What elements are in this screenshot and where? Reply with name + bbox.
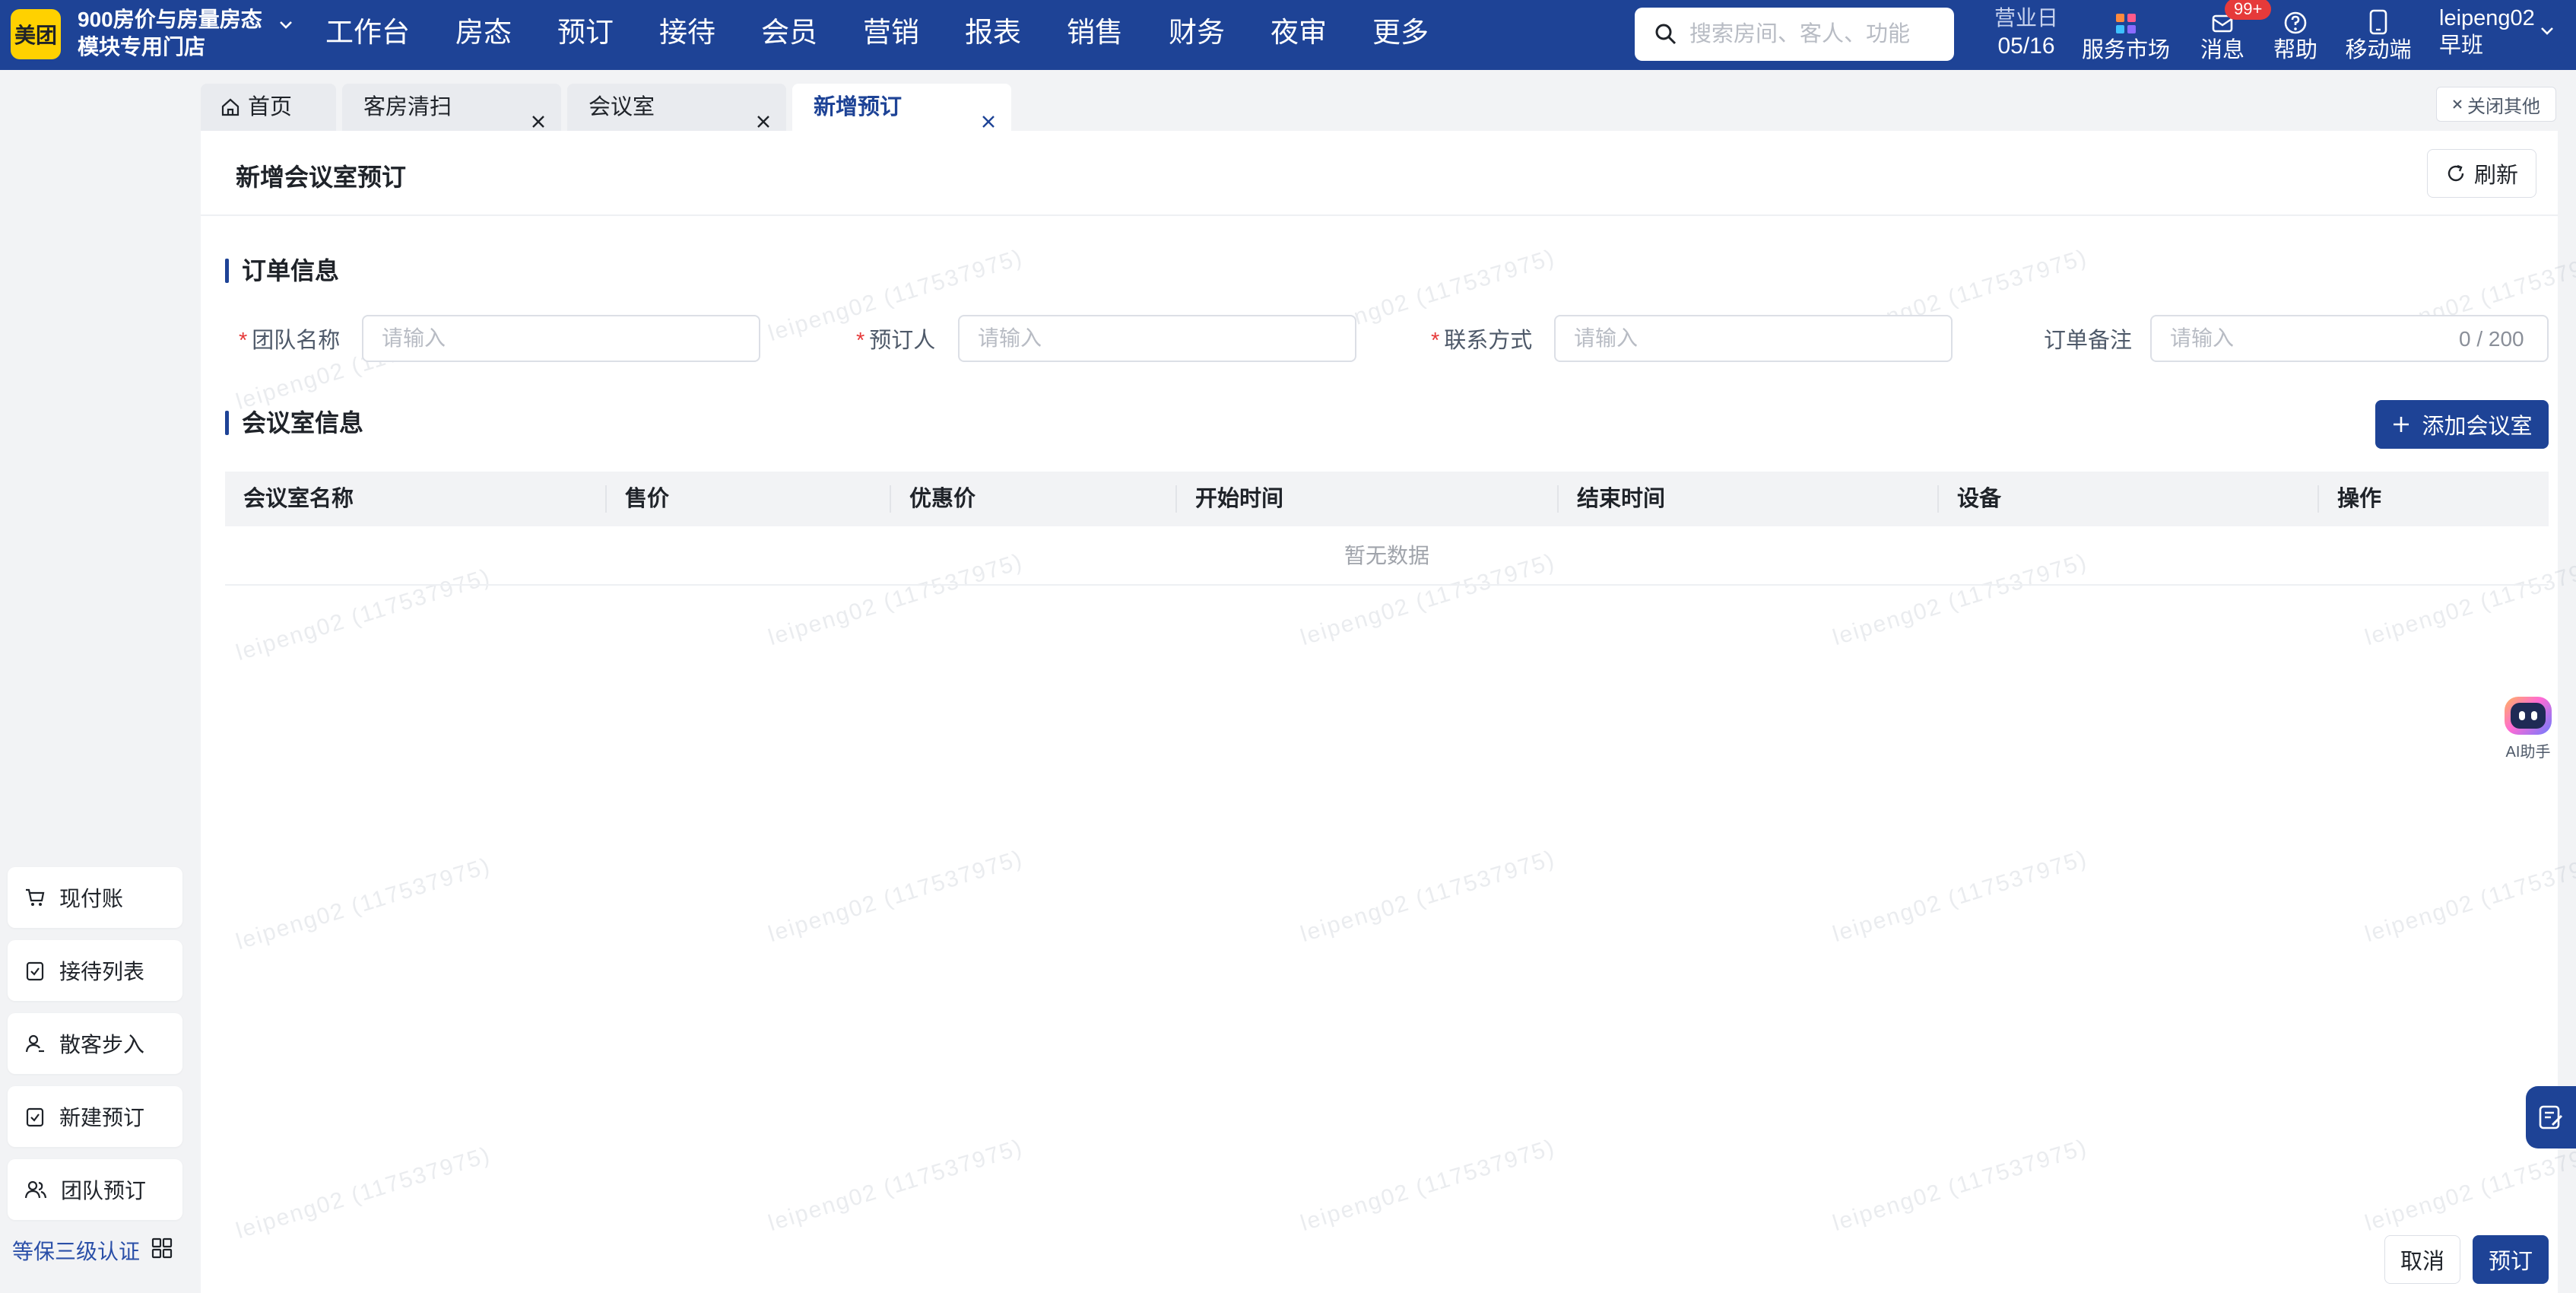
- watermark: leipeng02 (117537975): [765, 845, 1026, 948]
- chevron-down-icon[interactable]: [278, 20, 293, 34]
- submit-reservation-button[interactable]: 预订: [2473, 1235, 2549, 1284]
- watermark: leipeng02 (117537975): [233, 853, 494, 955]
- close-icon: [2453, 100, 2462, 109]
- shift-name: 早班: [2439, 33, 2484, 58]
- nav-reception[interactable]: 接待: [659, 0, 715, 70]
- business-day: 营业日 05/16: [1977, 5, 2076, 61]
- remark-label: 订单备注: [2044, 329, 2133, 353]
- nav-night-audit[interactable]: 夜审: [1271, 0, 1327, 70]
- watermark: leipeng02 (117537975): [765, 1134, 1026, 1237]
- team-name-label: * 团队名称: [239, 329, 341, 353]
- quick-reception-list[interactable]: 接待列表: [8, 940, 182, 1001]
- tab-new-reservation[interactable]: 新增预订: [792, 84, 1011, 131]
- mobile-phone-icon: [2342, 3, 2415, 35]
- plus-icon: [2394, 417, 2409, 432]
- nav-member[interactable]: 会员: [761, 0, 817, 70]
- meeting-room-table-header: 会议室名称 售价 优惠价 开始时间 结束时间 设备 操作: [225, 472, 2549, 526]
- tab-home[interactable]: 首页: [201, 84, 336, 131]
- tab-housekeeping[interactable]: 客房清扫: [342, 84, 561, 131]
- chevron-down-icon[interactable]: [2540, 26, 2555, 40]
- users-icon: [24, 1180, 47, 1199]
- business-day-label: 营业日: [1994, 6, 2058, 30]
- home-icon: [221, 98, 240, 116]
- watermark: leipeng02 (117537975): [2362, 845, 2576, 948]
- grid-icon[interactable]: [151, 1237, 173, 1263]
- store-switcher[interactable]: 900房价与房量房态 模块专用门店: [78, 6, 275, 61]
- main-nav: 工作台 房态 预订 接待 会员 营销 报表 销售 财务 夜审 更多: [325, 0, 1429, 70]
- column-end-time: 结束时间: [1577, 487, 1666, 511]
- store-name-line2: 模块专用门店: [78, 35, 206, 59]
- help-icon: [2270, 3, 2321, 35]
- main-panel: leipeng02 (117537975) leipeng02 (1175379…: [201, 131, 2576, 1293]
- nav-more[interactable]: 更多: [1372, 0, 1429, 70]
- column-price: 售价: [625, 487, 670, 511]
- watermark: leipeng02 (117537975): [1829, 845, 2091, 948]
- ai-assistant-button[interactable]: AI助手: [2501, 697, 2555, 761]
- contact-input[interactable]: [1554, 315, 1953, 362]
- nav-sales[interactable]: 销售: [1067, 0, 1123, 70]
- search-icon: [1654, 23, 1677, 49]
- quick-group-reservation[interactable]: 团队预订: [8, 1159, 182, 1220]
- nav-reports[interactable]: 报表: [965, 0, 1021, 70]
- page-tabs: 首页 客房清扫 会议室 新增预订: [201, 84, 1017, 131]
- messages-button[interactable]: 消息 99+: [2197, 0, 2272, 65]
- nav-finance[interactable]: 财务: [1169, 0, 1225, 70]
- column-discount-price: 优惠价: [909, 487, 976, 511]
- contact-label: * 联系方式: [1431, 329, 1533, 353]
- clipboard-check-icon: [26, 961, 44, 981]
- user-icon: [25, 1034, 44, 1053]
- column-start-time: 开始时间: [1195, 487, 1284, 511]
- user-name: leipeng02: [2439, 6, 2535, 30]
- header-divider: [201, 214, 2558, 216]
- mobile-button[interactable]: 移动端: [2342, 3, 2415, 65]
- watermark: leipeng02 (117537975): [1297, 845, 1559, 948]
- watermark: leipeng02 (117537975): [1297, 1134, 1559, 1237]
- nav-workbench[interactable]: 工作台: [325, 0, 410, 70]
- quick-walk-in[interactable]: 散客步入: [8, 1013, 182, 1074]
- column-actions: 操作: [2337, 487, 2382, 511]
- robot-icon: [2505, 697, 2552, 735]
- watermark: leipeng02 (117537975): [233, 1142, 494, 1244]
- help-button[interactable]: 帮助: [2270, 3, 2321, 65]
- quick-new-reservation[interactable]: 新建预订: [8, 1086, 182, 1147]
- watermark: leipeng02 (117537975): [2362, 1134, 2576, 1237]
- top-bar: 美团 900房价与房量房态 模块专用门店 工作台 房态 预订 接待 会员 营销 …: [0, 0, 2576, 70]
- service-market-button[interactable]: 服务市场: [2082, 3, 2170, 65]
- search-input[interactable]: [1689, 21, 1940, 47]
- global-search[interactable]: [1635, 8, 1954, 61]
- security-certification-link[interactable]: 等保三级认证: [12, 1235, 140, 1266]
- column-equipment: 设备: [1957, 487, 2002, 511]
- nav-marketing[interactable]: 营销: [863, 0, 919, 70]
- remark-char-counter: 0 / 200: [2459, 327, 2524, 351]
- refresh-icon: [2448, 164, 2464, 182]
- order-info-title: 订单信息: [225, 257, 339, 284]
- store-name-line1: 900房价与房量房态: [78, 8, 262, 31]
- add-meeting-room-button[interactable]: 添加会议室: [2375, 400, 2549, 449]
- empty-table-text: 暂无数据: [225, 526, 2549, 586]
- nav-reservation[interactable]: 预订: [557, 0, 614, 70]
- nav-room-status[interactable]: 房态: [455, 0, 512, 70]
- column-room-name: 会议室名称: [243, 487, 354, 511]
- quick-cash-account[interactable]: 现付账: [8, 867, 182, 928]
- feedback-float-button[interactable]: [2526, 1086, 2576, 1148]
- clipboard-check-icon: [26, 1107, 44, 1127]
- cancel-button[interactable]: 取消: [2384, 1235, 2460, 1284]
- booker-input[interactable]: [958, 315, 1356, 362]
- close-other-tabs-button[interactable]: 关闭其他: [2436, 87, 2556, 122]
- business-day-value: 05/16: [1997, 33, 2055, 59]
- tab-meeting-room[interactable]: 会议室: [567, 84, 786, 131]
- edit-document-icon: [2539, 1105, 2563, 1129]
- watermark: leipeng02 (117537975): [1829, 1134, 2091, 1237]
- cart-icon: [26, 888, 45, 906]
- refresh-button[interactable]: 刷新: [2427, 149, 2536, 198]
- meeting-info-title: 会议室信息: [225, 409, 363, 437]
- user-menu[interactable]: leipeng02 早班: [2439, 5, 2535, 59]
- apps-icon: [2082, 3, 2170, 35]
- message-count-badge: 99+: [2225, 0, 2272, 20]
- booker-label: * 预订人: [856, 329, 936, 353]
- meituan-logo[interactable]: 美团: [11, 9, 61, 59]
- page-title: 新增会议室预订: [236, 164, 407, 191]
- team-name-input[interactable]: [362, 315, 760, 362]
